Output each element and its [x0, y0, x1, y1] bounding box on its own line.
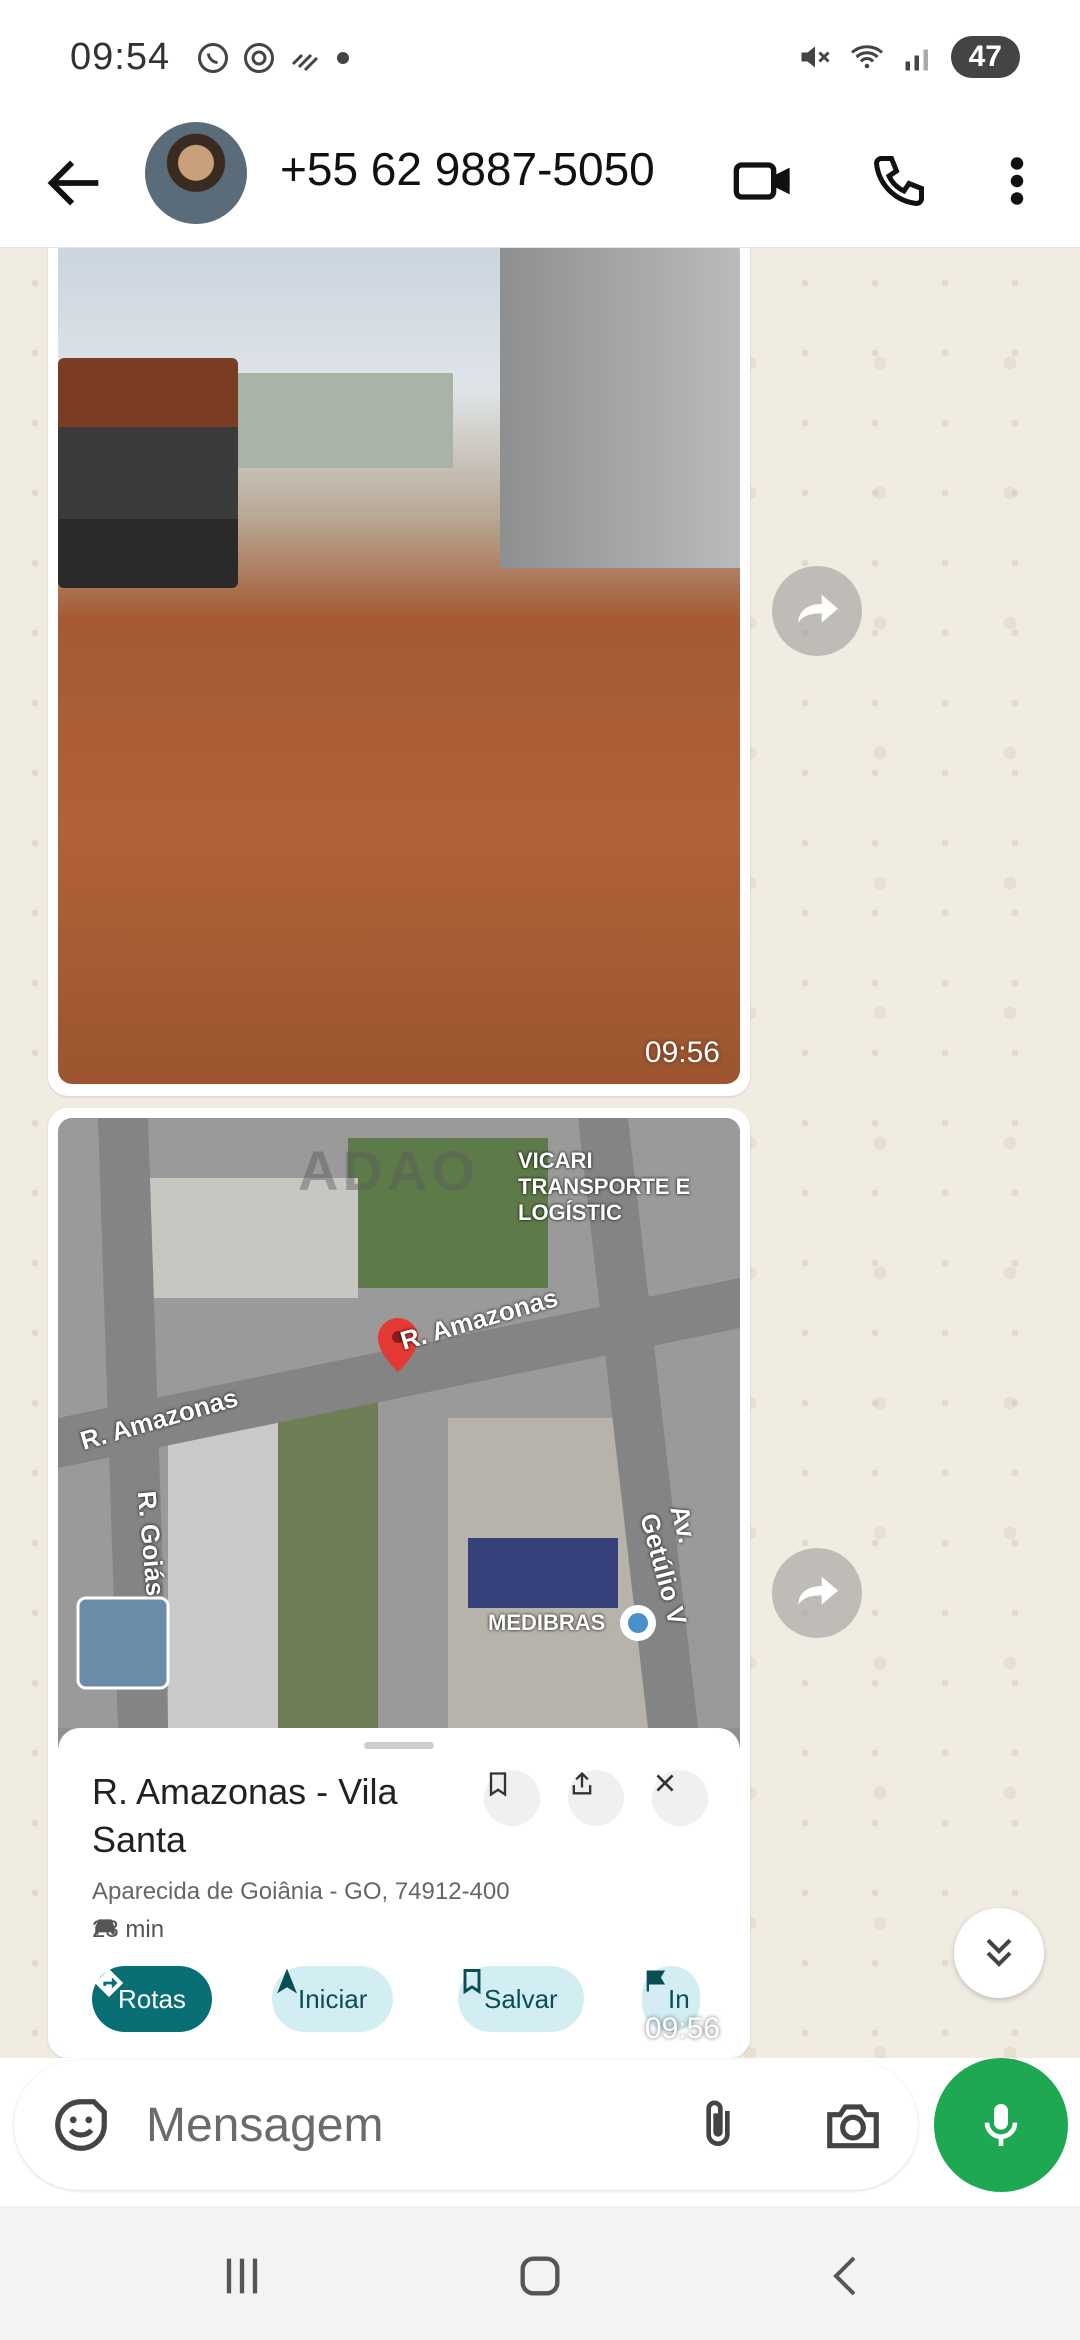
forward-icon — [798, 594, 838, 623]
navigation-arrow-icon — [277, 1968, 297, 1994]
status-time: 09:54 — [70, 36, 171, 78]
signal-slash-icon — [291, 53, 319, 72]
directions-icon — [94, 1968, 124, 1998]
drag-handle[interactable] — [364, 1742, 434, 1749]
place-address: Aparecida de Goiânia - GO, 74912-400 — [92, 1878, 510, 1905]
double-chevron-down-icon — [986, 1938, 1012, 1967]
threads-icon — [244, 43, 274, 73]
construction-site-photo[interactable]: 09:56 — [58, 248, 740, 1084]
back-arrow-icon — [47, 160, 99, 206]
map-screenshot[interactable]: ADAO VICARI TRANSPORTE E LOGÍSTIC R. Ama… — [58, 1118, 740, 2058]
camera-icon — [827, 2104, 879, 2149]
start-label: Iniciar — [298, 1983, 368, 2014]
close-button[interactable] — [652, 1770, 708, 1826]
cell-signal-icon — [905, 49, 928, 71]
recents-button[interactable] — [202, 2236, 282, 2316]
voice-message-button[interactable] — [934, 2058, 1068, 2192]
sticker-icon — [55, 2099, 107, 2151]
sticker-button[interactable] — [50, 2094, 112, 2161]
recents-icon — [226, 2258, 258, 2294]
message-timestamp: 09:56 — [644, 1036, 720, 1069]
map-image-message[interactable]: ADAO VICARI TRANSPORTE E LOGÍSTIC R. Ama… — [48, 1108, 750, 2058]
dot-icon — [337, 52, 349, 64]
battery-indicator: 47 — [950, 36, 1020, 78]
flag-icon — [646, 1970, 666, 1992]
share-icon — [572, 1771, 592, 1795]
voice-call-button[interactable] — [864, 146, 934, 216]
photo-truck — [58, 358, 238, 588]
phone-icon — [873, 156, 924, 207]
save-button[interactable]: Salvar — [458, 1966, 584, 2032]
bookmark-icon — [463, 1969, 481, 1995]
forward-icon — [798, 1576, 838, 1605]
contact-name[interactable]: +55 62 9887-5050 — [280, 142, 655, 196]
wifi-icon — [850, 45, 883, 69]
status-right: 47 — [797, 36, 1020, 78]
bookmark-button[interactable] — [484, 1770, 540, 1826]
back-button[interactable] — [40, 148, 110, 218]
system-back-button[interactable] — [806, 2236, 886, 2316]
start-button[interactable]: Iniciar — [272, 1966, 394, 2032]
place-title: R. Amazonas - Vila Santa — [92, 1771, 398, 1860]
map-watermark: ADAO — [298, 1139, 479, 1202]
notification-icons — [195, 40, 353, 76]
microphone-icon — [984, 2104, 1018, 2146]
more-action-label: In — [668, 1983, 690, 2014]
map-business-label: MEDIBRAS — [488, 1610, 606, 1635]
place-card[interactable]: R. Amazonas - Vila Santa Aparecida de Go… — [58, 1728, 740, 2058]
share-button[interactable] — [568, 1770, 624, 1826]
car-icon — [95, 1919, 115, 1935]
chevron-left-icon — [833, 2256, 856, 2296]
photo-shed — [218, 373, 453, 468]
home-icon — [520, 2256, 560, 2296]
message-timestamp: 09:56 — [644, 2012, 720, 2045]
place-eta: 23 min — [92, 1916, 164, 1944]
bookmark-icon — [489, 1772, 507, 1797]
attach-button[interactable] — [690, 2094, 746, 2161]
status-bar: 09:54 47 — [0, 0, 1080, 118]
routes-label: Rotas — [118, 1983, 186, 2014]
forward-button[interactable] — [772, 566, 862, 656]
mute-icon — [801, 46, 830, 68]
whatsapp-icon — [198, 43, 228, 73]
image-message[interactable]: 09:56 — [48, 248, 750, 1096]
scroll-to-bottom-button[interactable] — [954, 1908, 1044, 1998]
home-button[interactable] — [500, 2236, 580, 2316]
save-label: Salvar — [484, 1983, 558, 2014]
camera-button[interactable] — [822, 2094, 884, 2161]
system-nav-bar — [0, 2206, 1080, 2340]
video-call-icon — [733, 162, 790, 200]
forward-button[interactable] — [772, 1548, 862, 1638]
more-vert-icon — [1010, 157, 1024, 205]
close-icon — [656, 1774, 674, 1792]
map-poi-label: VICARI TRANSPORTE E LOGÍSTIC — [518, 1148, 691, 1225]
paperclip-icon — [706, 2100, 730, 2146]
avatar[interactable] — [145, 122, 247, 224]
chat-header: +55 62 9887-5050 — [0, 118, 1080, 248]
chat-area[interactable]: 09:56 ADAO VICARI TRANSPORTE E LOGÍSTIC … — [0, 248, 1080, 2058]
more-options-button[interactable] — [982, 146, 1052, 216]
video-call-button[interactable] — [728, 146, 798, 216]
photo-building — [500, 248, 740, 568]
message-input[interactable]: Mensagem — [146, 2098, 383, 2153]
routes-button[interactable]: Rotas — [92, 1966, 212, 2032]
message-composer[interactable]: Mensagem — [14, 2060, 918, 2190]
